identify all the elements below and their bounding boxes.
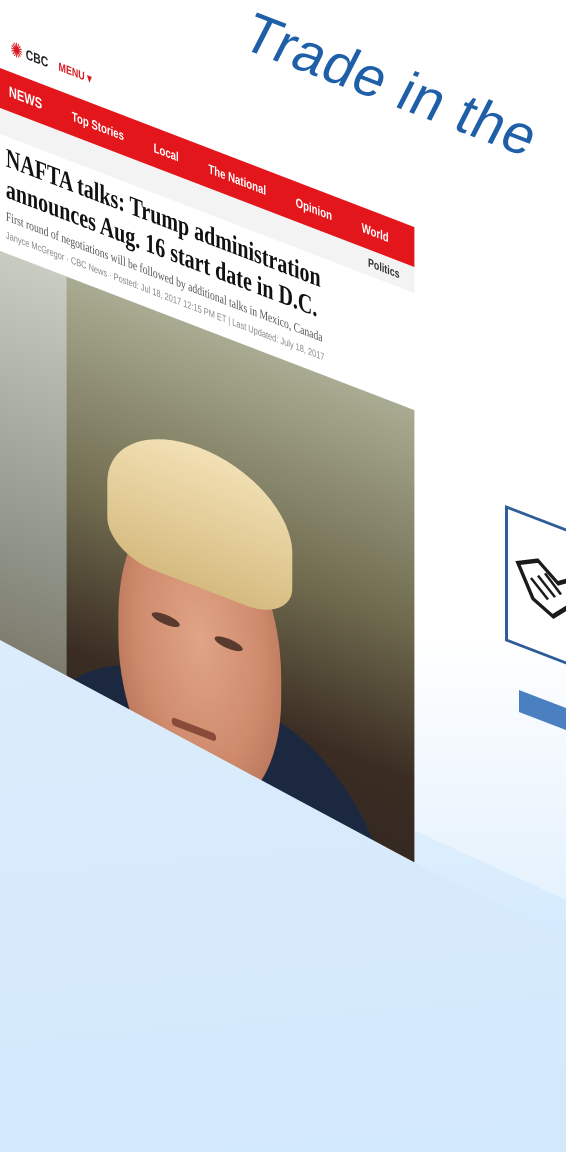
arrow-icon [519, 690, 566, 736]
menu-link[interactable]: MENU ▾ [59, 59, 92, 86]
handshake-icon [505, 505, 566, 675]
cbc-gem-icon: ✺ [10, 37, 23, 65]
cbc-logo[interactable]: CBC [26, 46, 48, 71]
